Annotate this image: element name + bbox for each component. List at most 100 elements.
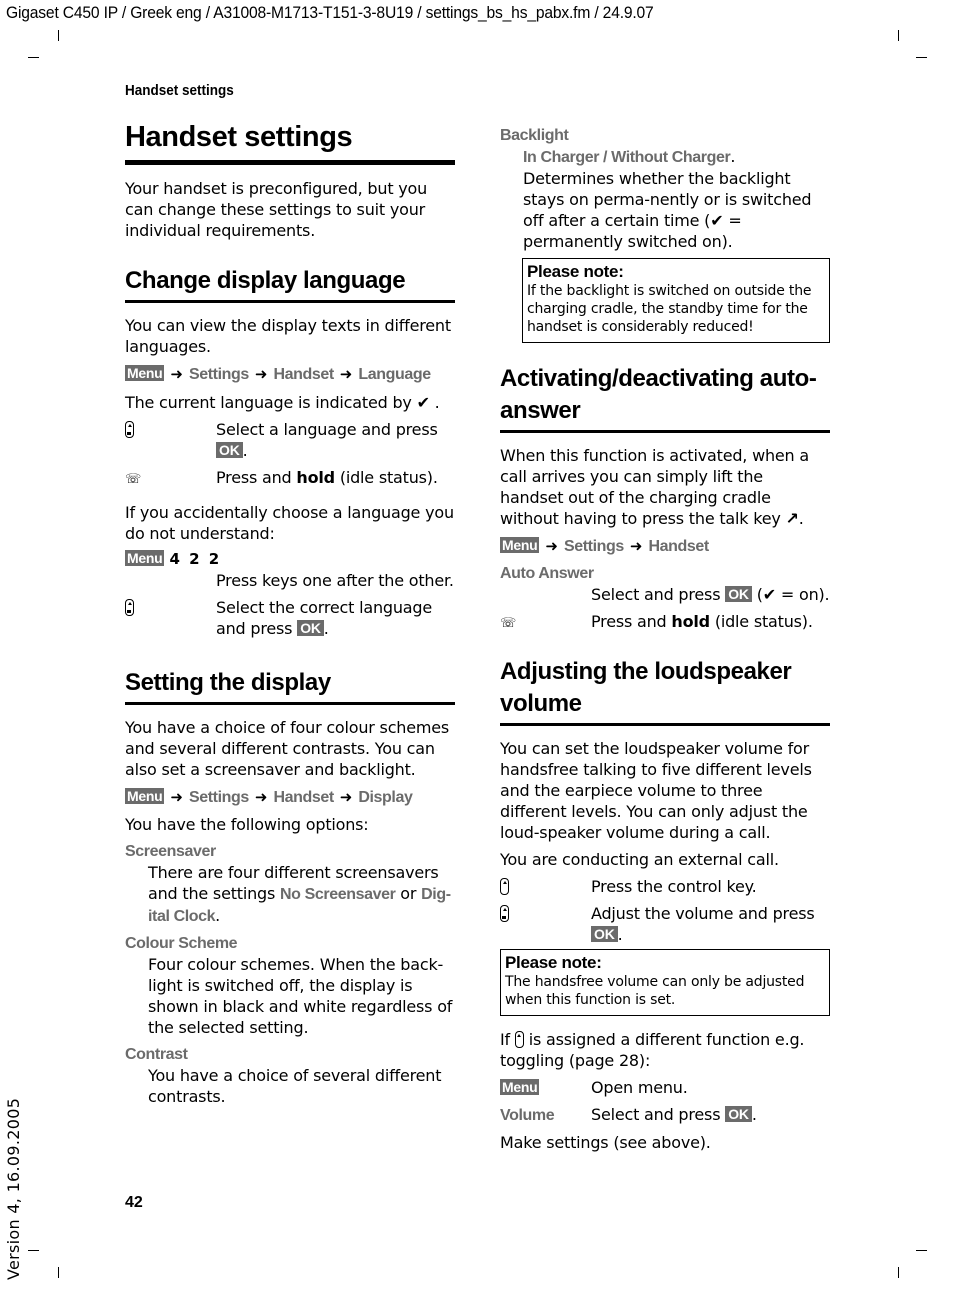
page-number: 42 xyxy=(125,1194,143,1211)
crop-mark xyxy=(28,57,39,58)
control-key-icon xyxy=(125,421,134,438)
arrow-icon: ➜ xyxy=(254,365,268,383)
menu-key: Menu xyxy=(125,550,165,566)
step-press-keys: Press keys one after the other. xyxy=(125,570,455,591)
ok-key: OK xyxy=(725,1106,752,1122)
option-text-backlight: In Charger / Without Charger. Determines… xyxy=(500,146,830,252)
step-select-correct-language: Select the correct language and press OK… xyxy=(125,597,455,639)
auto-answer-text: When this function is activated, when a … xyxy=(500,446,809,528)
control-key-up-icon xyxy=(514,1031,524,1048)
option-label-contrast: Contrast xyxy=(125,1046,188,1063)
current-language-text: The current language is indicated by ✔ . xyxy=(125,393,440,412)
end-key-icon: ☏ xyxy=(125,472,142,487)
control-key-icon xyxy=(125,599,134,616)
menu-path-display: Menu ➜ Settings ➜ Handset ➜ Display xyxy=(125,786,455,809)
path-item: Settings xyxy=(188,366,249,383)
path-item: Language xyxy=(358,366,431,383)
running-head: Handset settings xyxy=(125,82,234,99)
menu-path-language: Menu ➜ Settings ➜ Handset ➜ Language xyxy=(125,363,455,386)
end-key-icon: ☏ xyxy=(500,616,517,631)
step-text: Select the correct language and press xyxy=(216,598,432,638)
path-item: Settings xyxy=(188,789,249,806)
arrow-icon: ➜ xyxy=(170,788,183,806)
path-item: Handset xyxy=(273,366,334,383)
options-intro: You have the following options: xyxy=(125,815,369,834)
note-box-volume: Please note: The handsfree volume can on… xyxy=(500,949,830,1016)
step-text: Press and xyxy=(591,612,667,631)
ok-key: OK xyxy=(216,442,243,458)
checkmark-icon: ✔ xyxy=(416,393,430,412)
menu-path-auto-answer: Menu ➜ Settings ➜ Handset xyxy=(500,535,830,558)
arrow-icon: ➜ xyxy=(170,365,183,383)
external-call-text: You are conducting an external call. xyxy=(500,850,779,869)
left-column: Handset settings Your handset is preconf… xyxy=(125,118,455,1107)
step-press-control-key: Press the control key. xyxy=(500,876,830,897)
crop-mark xyxy=(28,1250,39,1251)
note-box-backlight: Please note: If the backlight is switche… xyxy=(522,258,830,343)
ok-key: OK xyxy=(725,586,752,602)
heading-change-display-language: Change display language xyxy=(125,265,455,303)
key-sequence-digits: 4 2 2 xyxy=(169,550,222,568)
step-text: Select a language and press xyxy=(216,420,438,439)
crop-mark xyxy=(916,1250,927,1251)
note-body: The handsfree volume can only be adjuste… xyxy=(505,974,805,1008)
note-title: Please note: xyxy=(527,262,624,281)
accident-text: If you accidentally choose a language yo… xyxy=(125,503,454,543)
menu-key: Menu xyxy=(500,537,540,553)
crop-mark xyxy=(58,1267,59,1278)
option-text: or xyxy=(400,884,417,903)
step-press-end-auto: ☏ Press and hold (idle status). xyxy=(500,611,830,634)
option-label-auto-answer: Auto Answer xyxy=(500,565,594,582)
intro-paragraph: Your handset is preconfigured, but you c… xyxy=(125,179,428,240)
crop-mark xyxy=(916,57,927,58)
option-value: In Charger / Without Charger xyxy=(523,149,731,166)
option-text-colour-scheme: Four colour schemes. When the back-light… xyxy=(148,955,453,1037)
version-label: Version 4, 16.09.2005 xyxy=(4,1097,23,1280)
option-text-screensaver: There are four different screensavers an… xyxy=(148,863,451,925)
arrow-icon: ➜ xyxy=(545,537,558,555)
step-press-end: ☏ Press and hold (idle status). xyxy=(125,467,455,490)
hold-emphasis: hold xyxy=(296,468,335,487)
control-key-icon xyxy=(500,905,509,922)
note-body: If the backlight is switched on outside … xyxy=(527,283,812,335)
talk-key-icon: ↗ xyxy=(785,509,799,528)
option-text-contrast: You have a choice of several different c… xyxy=(148,1066,442,1106)
step-text: Open menu. xyxy=(591,1078,688,1097)
lang-intro: You can view the display texts in differ… xyxy=(125,316,451,356)
step-text: Select and press xyxy=(591,585,721,604)
heading-auto-answer: Activating/deactivating auto-answer xyxy=(500,363,830,433)
step-text: = on). xyxy=(780,585,830,604)
ok-key: OK xyxy=(297,620,324,636)
volume-intro: You can set the loudspeaker volume for h… xyxy=(500,739,812,842)
display-intro: You have a choice of four colour schemes… xyxy=(125,718,450,779)
checkmark-icon: ✔ xyxy=(710,211,724,230)
ok-key: OK xyxy=(591,926,618,942)
option-label-backlight: Backlight xyxy=(500,127,569,144)
key-sequence: Menu 4 2 2 xyxy=(125,548,455,570)
crop-mark xyxy=(898,1267,899,1278)
control-key-up-icon xyxy=(500,878,509,895)
current-language-label: The current language is indicated by xyxy=(125,393,412,412)
step-text: Select and press xyxy=(591,1105,721,1124)
step-select-auto-answer: Select and press OK (✔ = on). xyxy=(500,584,830,605)
arrow-icon: ➜ xyxy=(629,537,643,555)
step-open-menu: Menu Open menu. xyxy=(500,1077,830,1098)
make-settings-text: Make settings (see above). xyxy=(500,1133,711,1152)
step-text: (idle status). xyxy=(339,468,438,487)
arrow-icon: ➜ xyxy=(339,788,353,806)
step-text: Press and xyxy=(216,468,292,487)
step-text: Adjust the volume and press xyxy=(591,904,815,923)
path-item: Handset xyxy=(273,789,334,806)
option-value: No Screensaver xyxy=(280,886,396,903)
arrow-icon: ➜ xyxy=(254,788,268,806)
crop-mark xyxy=(898,30,899,41)
step-text: (idle status). xyxy=(714,612,813,631)
step-text: Press keys one after the other. xyxy=(216,571,454,590)
if-text: is assigned a different function e.g. to… xyxy=(500,1030,805,1070)
page-title: Handset settings xyxy=(125,118,455,165)
volume-menu-label: Volume xyxy=(500,1107,555,1124)
auto-answer-intro: When this function is activated, when a … xyxy=(500,446,809,528)
crop-mark xyxy=(58,30,59,41)
option-label-screensaver: Screensaver xyxy=(125,843,216,860)
path-item: Settings xyxy=(563,538,624,555)
